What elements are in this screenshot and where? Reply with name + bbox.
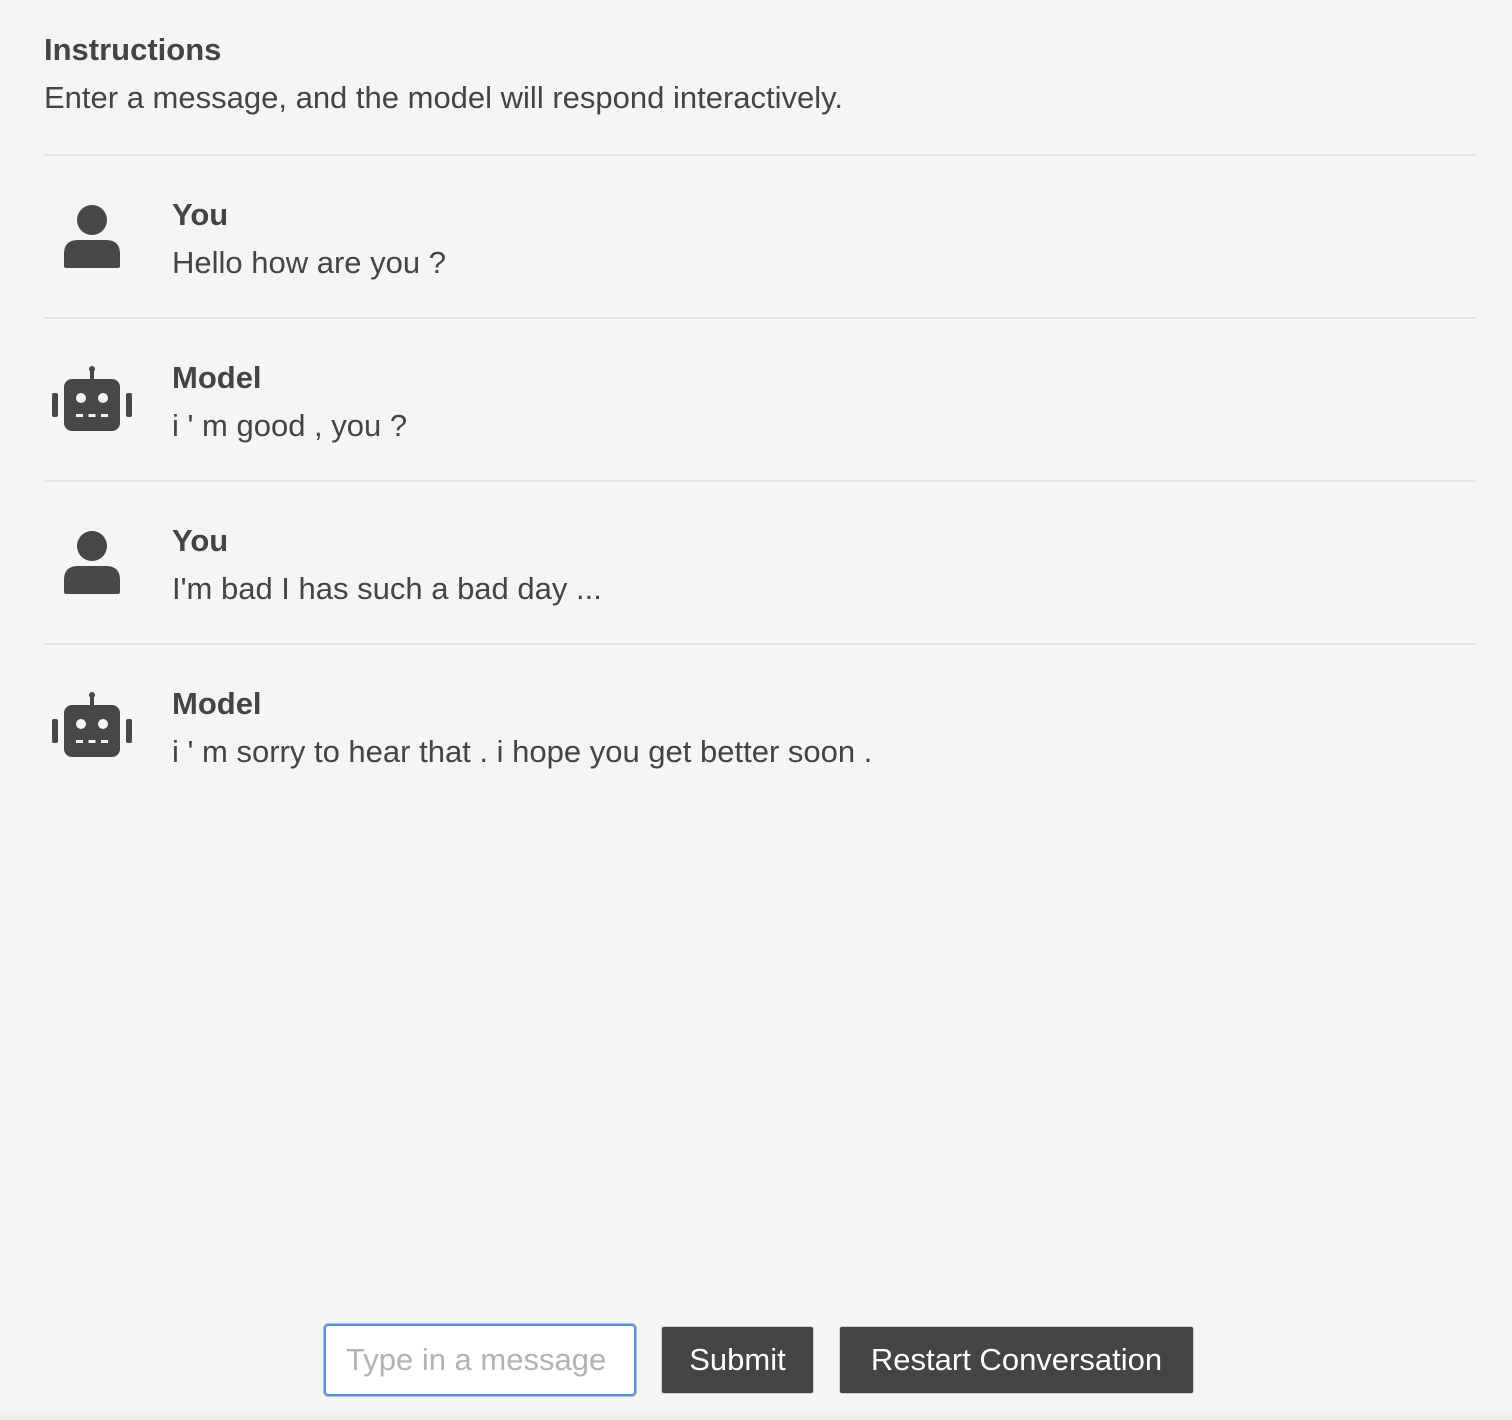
conversation-list: You Hello how are you ? Model i ' m good… [44,154,1476,806]
bottom-edge [0,1410,1512,1420]
message-input[interactable] [324,1324,636,1396]
message-text: i ' m good , you ? [172,408,408,443]
message-row: You I'm bad I has such a bad day ... [44,480,1476,643]
message-text: Hello how are you ? [172,245,446,280]
message-text: I'm bad I has such a bad day ... [172,571,602,606]
message-sender: Model [172,360,262,395]
restart-conversation-button[interactable]: Restart Conversation [839,1326,1194,1394]
person-icon [64,531,120,594]
message-sender: Model [172,686,262,721]
message-row: Model i ' m sorry to hear that . i hope … [44,643,1476,806]
message-text: i ' m sorry to hear that . i hope you ge… [172,734,873,769]
robot-icon [52,692,132,757]
person-icon [64,205,120,268]
submit-button[interactable]: Submit [661,1326,814,1394]
instructions-section: Instructions Enter a message, and the mo… [44,30,1476,118]
message-sender: You [172,197,229,232]
message-row: Model i ' m good , you ? [44,317,1476,480]
message-row: You Hello how are you ? [44,154,1476,317]
robot-icon [52,366,132,431]
instructions-title: Instructions [44,32,222,67]
message-sender: You [172,523,229,558]
instructions-text: Enter a message, and the model will resp… [44,80,843,115]
